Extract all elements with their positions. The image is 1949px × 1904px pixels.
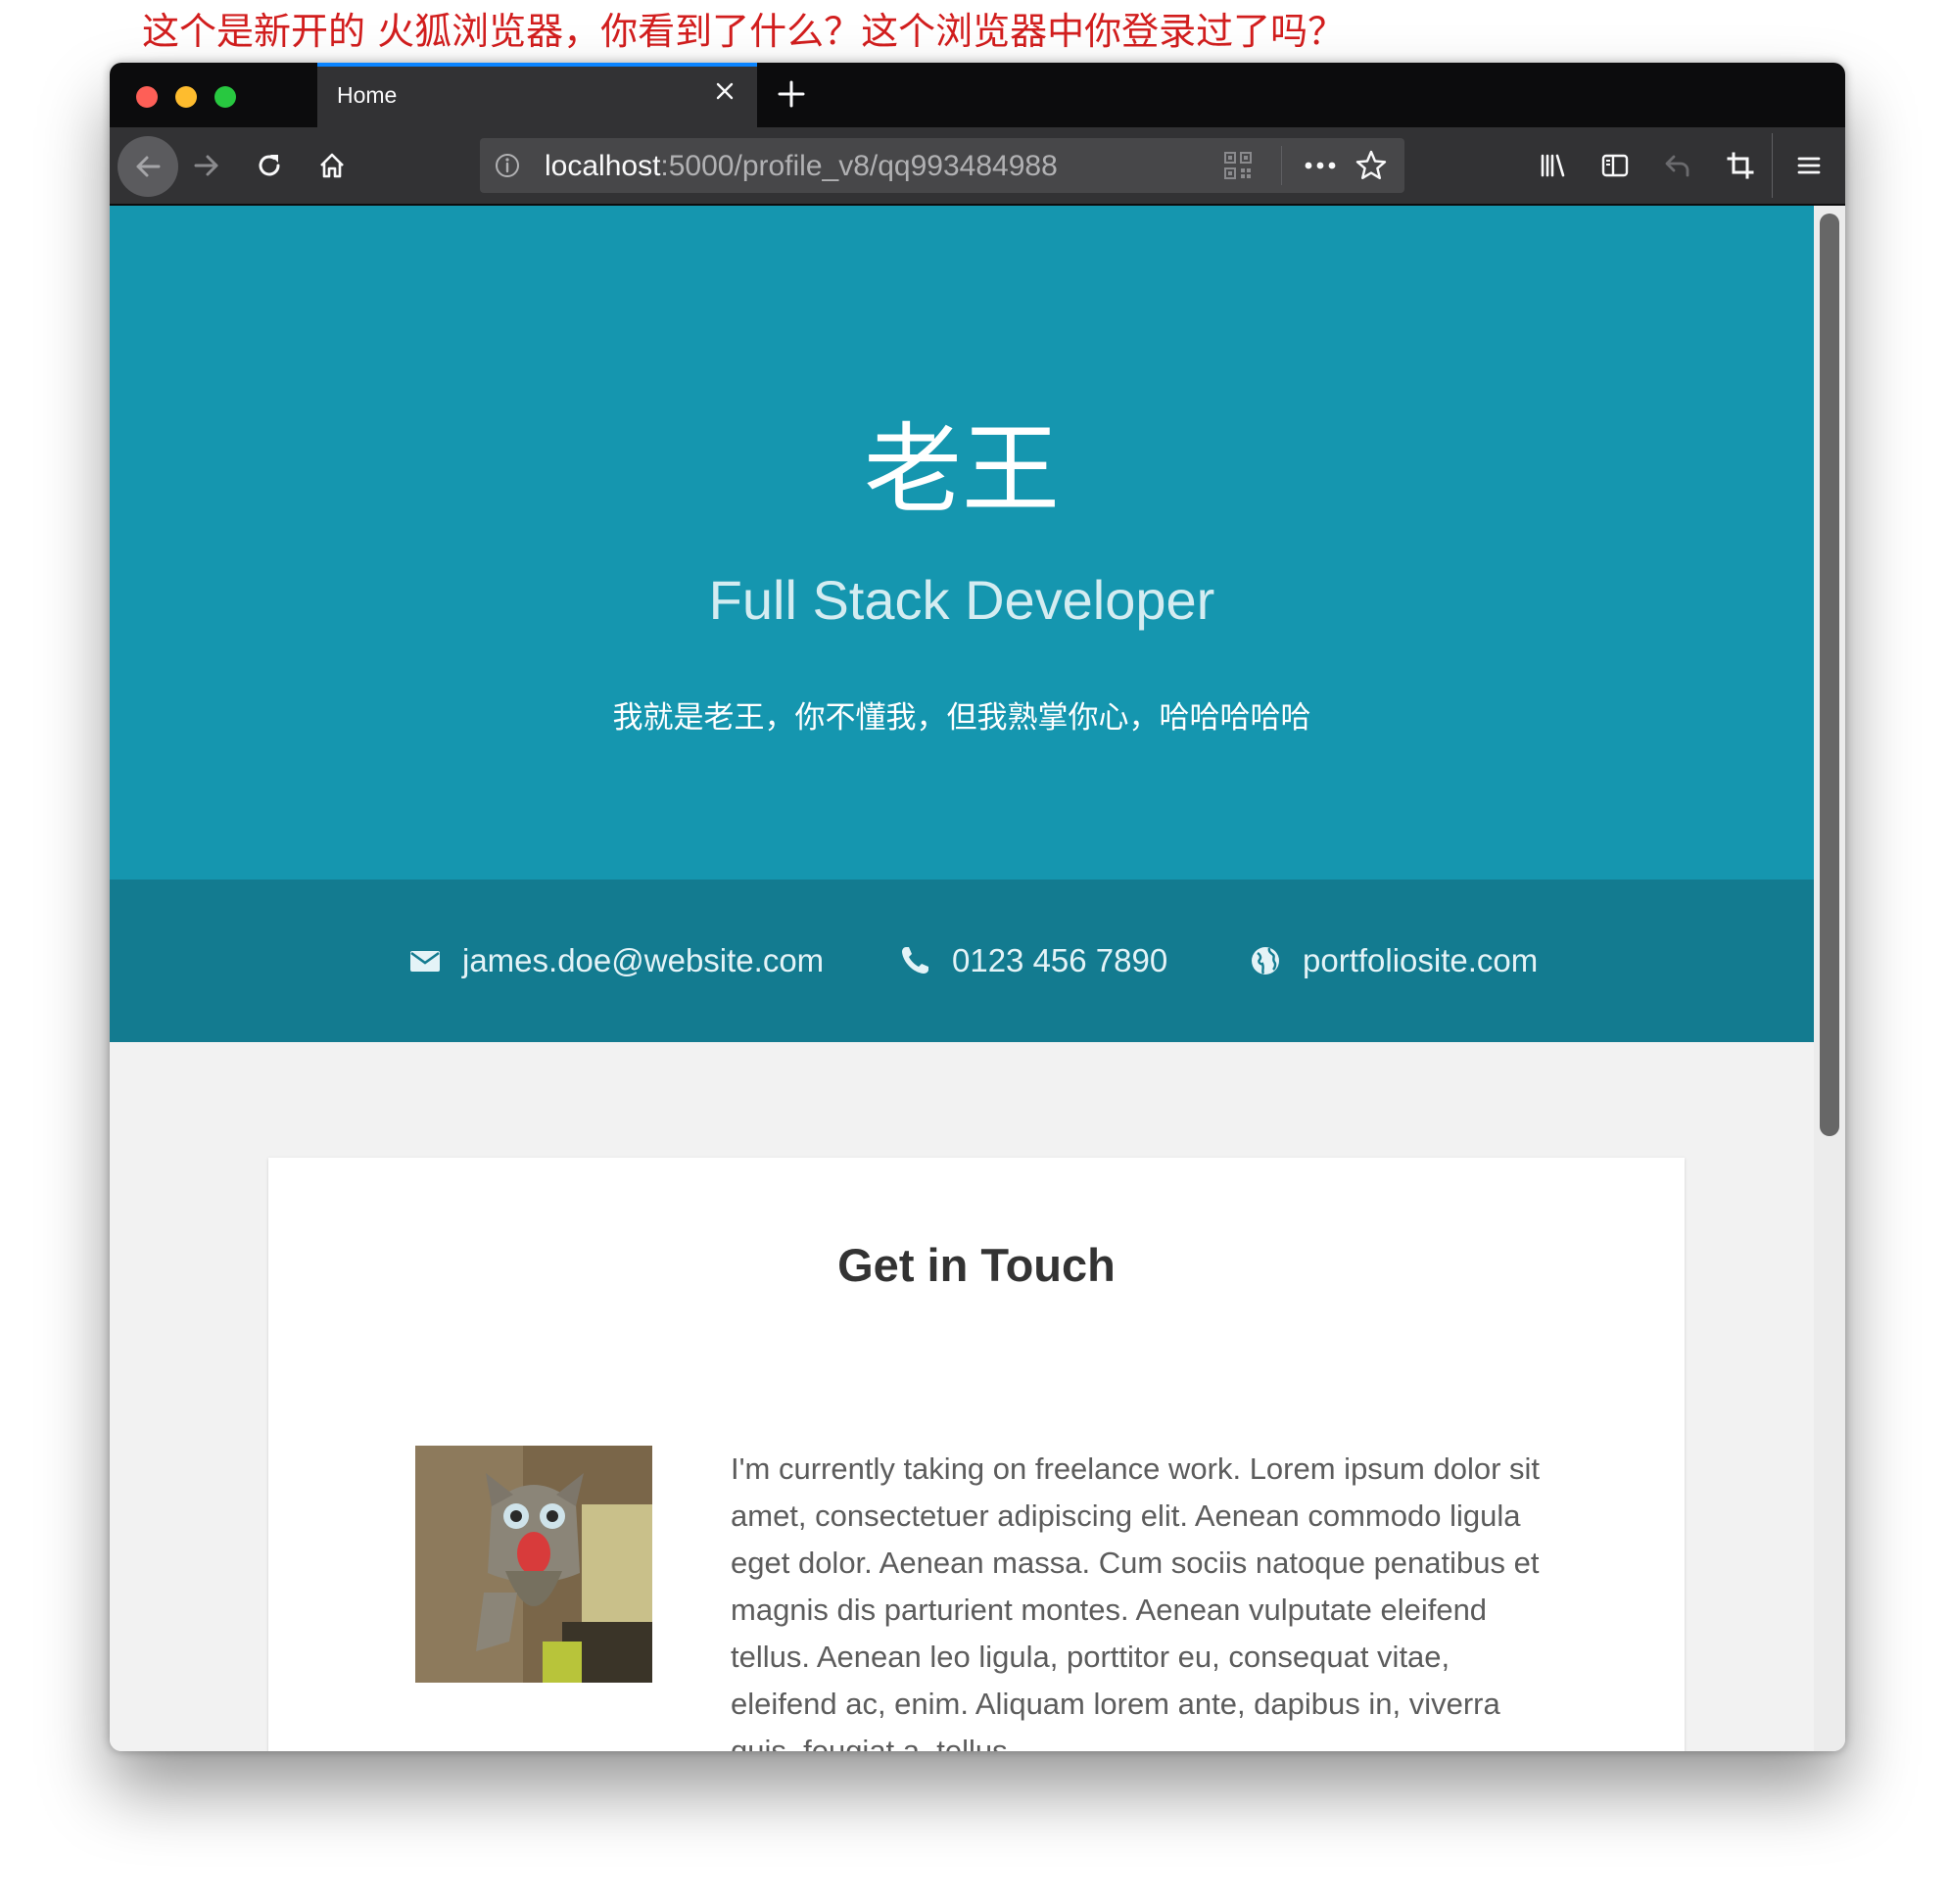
address-bar[interactable]: localhost:5000/profile_v8/qq993484988 [480, 138, 1404, 193]
sidebar-button[interactable] [1591, 141, 1640, 190]
address-bar-divider [1281, 146, 1282, 185]
hero-header: 老王 Full Stack Developer 我就是老王，你不懂我，但我熟掌你… [110, 206, 1814, 880]
qr-code-icon[interactable] [1222, 150, 1254, 181]
profile-tagline: 我就是老王，你不懂我，但我熟掌你心，哈哈哈哈哈 [612, 700, 1311, 736]
scrollbar-thumb[interactable] [1820, 214, 1839, 1136]
contact-phone-text[interactable]: 0123 456 7890 [952, 942, 1167, 979]
page-scrollbar[interactable] [1814, 206, 1845, 1751]
page-content: 老王 Full Stack Developer 我就是老王，你不懂我，但我熟掌你… [110, 206, 1814, 1751]
window-minimize-button[interactable] [175, 86, 197, 108]
sidebar-icon [1601, 154, 1629, 177]
annotation-text: 这个是新开的 火狐浏览器，你看到了什么？这个浏览器中你登录过了吗？ [142, 10, 1346, 53]
undo-button[interactable] [1653, 141, 1702, 190]
back-arrow-icon [136, 156, 161, 177]
crop-icon [1727, 152, 1754, 179]
reload-button[interactable] [245, 141, 294, 190]
contact-bar: james.doe@website.com 0123 456 7890 port… [110, 880, 1814, 1042]
profile-photo [415, 1446, 652, 1683]
globe-icon [1252, 947, 1279, 975]
library-button[interactable] [1528, 141, 1577, 190]
contact-phone[interactable]: 0123 456 7890 [899, 880, 1167, 1042]
profile-title: Full Stack Developer [708, 569, 1215, 631]
home-button[interactable] [308, 141, 357, 190]
envelope-icon [410, 951, 440, 972]
hamburger-menu-icon [1797, 157, 1821, 174]
app-menu-button[interactable] [1784, 141, 1833, 190]
contact-email-text[interactable]: james.doe@website.com [462, 942, 824, 979]
window-maximize-button[interactable] [214, 86, 236, 108]
forward-arrow-icon [194, 155, 218, 176]
undo-icon [1665, 155, 1689, 177]
url-path: :5000/profile_v8/qq993484988 [660, 150, 1058, 182]
tab-home[interactable]: Home [317, 63, 757, 127]
back-button[interactable] [118, 136, 178, 197]
screenshot-button[interactable] [1716, 141, 1765, 190]
contact-website[interactable]: portfoliosite.com [1250, 880, 1538, 1042]
section-body: I'm currently taking on freelance work. … [731, 1452, 1541, 1751]
page-actions-icon[interactable] [1301, 150, 1340, 181]
library-icon [1541, 154, 1565, 177]
contact-email[interactable]: james.doe@website.com [409, 880, 824, 1042]
info-icon[interactable] [494, 152, 521, 179]
url-host: localhost [545, 150, 661, 182]
contact-website-text[interactable]: portfoliosite.com [1303, 942, 1538, 979]
forward-button[interactable] [182, 141, 231, 190]
get-in-touch-card: Get in Touch I'm currently taking on fre… [268, 1158, 1685, 1751]
tab-strip: Home [110, 63, 1845, 127]
section-title: Get in Touch [837, 1239, 1116, 1291]
profile-name: 老王 [864, 412, 1060, 527]
tab-title: Home [337, 82, 398, 108]
url-text[interactable]: localhost:5000/profile_v8/qq993484988 [545, 150, 1058, 183]
nav-toolbar: localhost:5000/profile_v8/qq993484988 [110, 127, 1845, 206]
home-icon [320, 153, 344, 178]
reload-icon [259, 155, 280, 176]
new-tab-icon[interactable] [772, 74, 811, 114]
tab-close-icon[interactable] [710, 76, 739, 106]
phone-icon [902, 947, 928, 974]
browser-window: Home localhost:5000/profile_v8/qq9934849… [110, 63, 1845, 1751]
window-close-button[interactable] [136, 86, 158, 108]
toolbar-divider [1772, 133, 1773, 198]
bookmark-star-icon[interactable] [1354, 148, 1389, 183]
